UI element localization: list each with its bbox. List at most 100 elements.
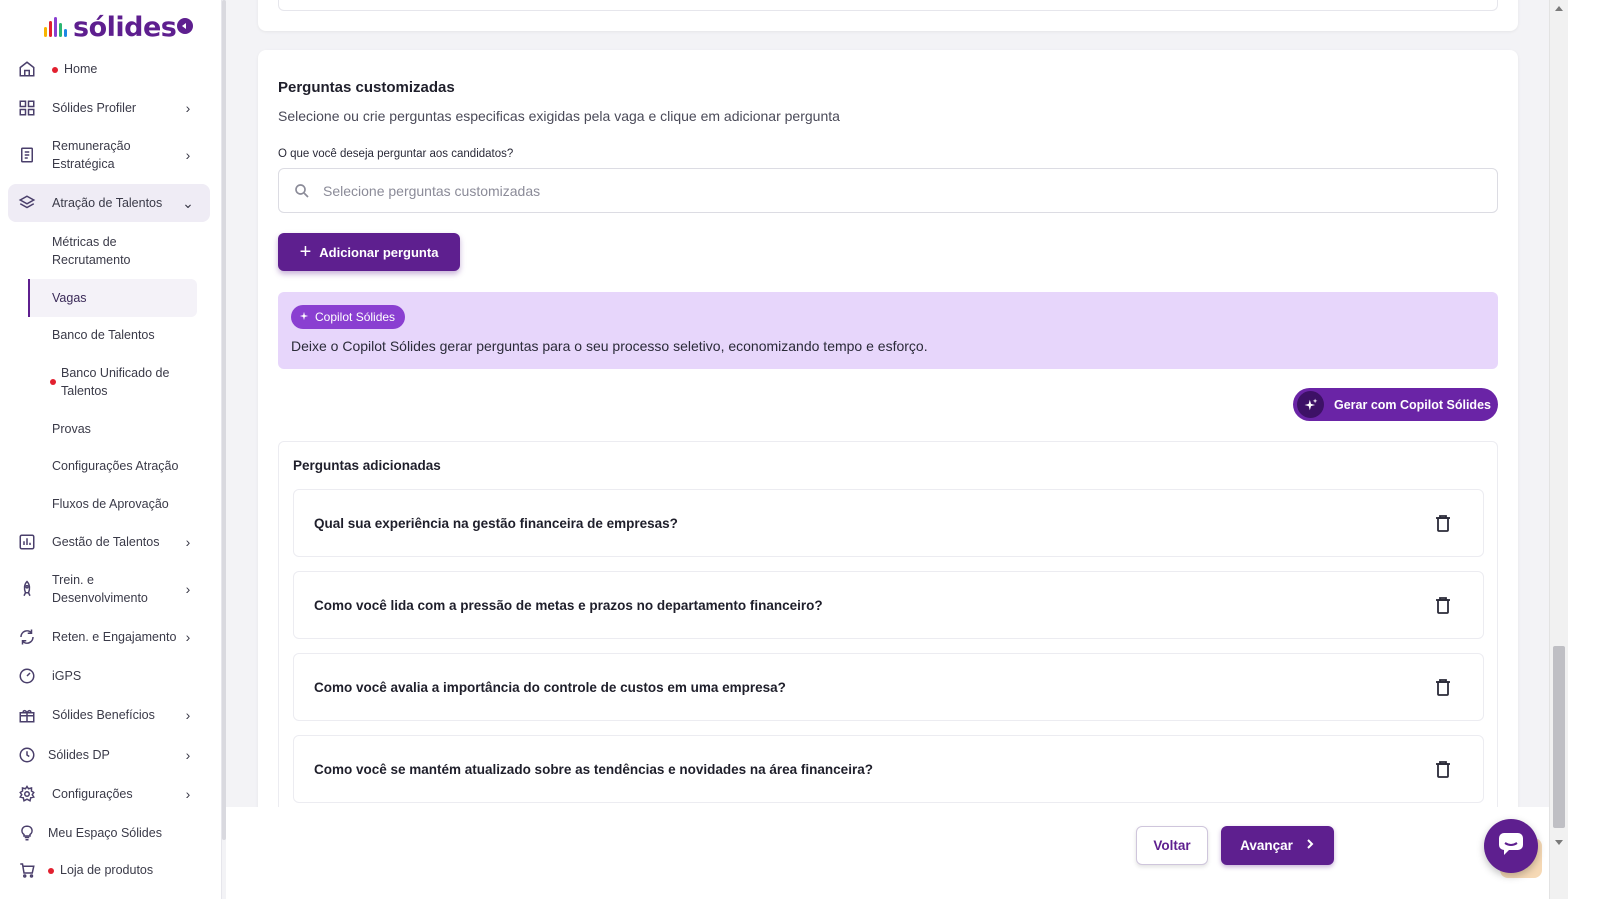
question-label: O que você deseja perguntar aos candidat… (278, 148, 514, 160)
sidebar-item-label: Sólides Benefícios (52, 708, 155, 722)
question-row: Como você avalia a importância do contro… (293, 653, 1484, 721)
brand-logo[interactable]: sólides (44, 10, 177, 44)
sidebar-item-retencao[interactable]: Reten. e Engajamento › (8, 626, 210, 648)
sidebar-item-solides-profiler[interactable]: Sólides Profiler › (8, 97, 210, 119)
bar-chart-icon (16, 531, 38, 553)
chat-button[interactable] (1484, 819, 1538, 873)
copilot-badge-label: Copilot Sólides (315, 310, 396, 324)
rocket-icon (16, 578, 38, 600)
scroll-up-arrow-icon[interactable] (1555, 6, 1563, 11)
footer-bar (226, 807, 1549, 899)
next-label: Avançar (1240, 838, 1293, 853)
sidebar-item-label: iGPS (52, 669, 82, 683)
added-questions-panel: Perguntas adicionadas Qual sua experiênc… (278, 441, 1498, 821)
sidebar-item-label: Remuneração Estratégica (52, 139, 131, 171)
chevron-right-icon: › (185, 786, 191, 802)
sidebar-item-configuracoes[interactable]: Configurações › (8, 783, 210, 805)
submenu-item-banco-de-talentos[interactable]: Banco de Talentos (52, 326, 197, 344)
question-row: Qual sua experiência na gestão financeir… (293, 489, 1484, 557)
generate-with-copilot-button[interactable]: Gerar com Copilot Sólides (1293, 388, 1498, 421)
sidebar-item-label: Home (64, 62, 98, 76)
submenu-item-fluxos-de-aprovacao[interactable]: Fluxos de Aprovação (52, 495, 212, 513)
sidebar-item-label: Configurações (52, 787, 133, 801)
gauge-icon (16, 665, 38, 687)
sidebar-item-label: Reten. e Engajamento (52, 630, 177, 644)
previous-section-inner (278, 0, 1498, 11)
sidebar-scrollbar[interactable] (222, 0, 226, 840)
gift-icon (16, 704, 38, 726)
previous-section-card (258, 0, 1518, 31)
sidebar-item-gestao-de-talentos[interactable]: Gestão de Talentos › (8, 531, 210, 553)
section-title: Perguntas customizadas (278, 79, 455, 96)
chevron-right-icon: › (185, 707, 191, 723)
sidebar-item-label: Loja de produtos (60, 863, 154, 877)
refresh-icon (16, 626, 38, 648)
sidebar-item-label: Meu Espaço Sólides (48, 826, 162, 840)
alert-dot (48, 867, 54, 874)
sidebar-item-atracao-de-talentos[interactable]: Atração de Talentos ⌄ (8, 184, 210, 222)
submenu-item-label: Banco Unificado de Talentos (61, 366, 170, 398)
chevron-down-icon: ⌄ (182, 194, 194, 211)
sidebar-item-loja[interactable]: Loja de produtos (8, 859, 210, 881)
plus-icon: + (299, 241, 312, 263)
sidebar-item-label: Trein. e Desenvolvimento (52, 573, 148, 605)
sparkle-icon (1297, 391, 1324, 418)
submenu-item-provas[interactable]: Provas (52, 420, 197, 438)
added-questions-title: Perguntas adicionadas (293, 458, 441, 473)
home-icon (16, 58, 38, 80)
main-scrollbar[interactable] (1549, 0, 1568, 899)
layers-icon (16, 192, 38, 214)
add-question-button[interactable]: + Adicionar pergunta (278, 233, 460, 271)
trash-icon[interactable] (1435, 514, 1451, 532)
window-right-gutter (1568, 0, 1600, 899)
custom-questions-input[interactable] (323, 182, 1423, 199)
trash-icon[interactable] (1435, 760, 1451, 778)
submenu-item-vagas[interactable]: Vagas (52, 289, 197, 307)
submenu-item-configuracoes-atracao[interactable]: Configurações Atração (52, 457, 212, 475)
trash-icon[interactable] (1435, 596, 1451, 614)
chevron-right-icon (1305, 838, 1315, 853)
sidebar-item-beneficios[interactable]: Sólides Benefícios › (8, 704, 210, 726)
question-text: Como você avalia a importância do contro… (314, 679, 786, 695)
sidebar-item-home[interactable]: Home (8, 58, 210, 80)
sidebar-item-solides-dp[interactable]: Sólides DP › (8, 744, 210, 766)
cart-icon (16, 859, 38, 881)
question-text: Como você se mantém atualizado sobre as … (314, 761, 873, 777)
chevron-right-icon: › (185, 747, 191, 763)
chevron-right-icon: › (185, 100, 191, 116)
brand-name: sólides (73, 11, 177, 43)
sparkle-icon (299, 310, 309, 324)
sidebar-item-label: Sólides Profiler (52, 101, 137, 115)
submenu-active-indicator (28, 279, 30, 317)
grid-icon (16, 97, 38, 119)
sidebar-item-meu-espaco[interactable]: Meu Espaço Sólides (8, 822, 210, 844)
trash-icon[interactable] (1435, 678, 1451, 696)
section-subtitle: Selecione ou crie perguntas especificas … (278, 108, 840, 124)
add-question-label: Adicionar pergunta (319, 244, 439, 260)
sidebar: sólides Home Sólides Profiler › Remunera… (0, 0, 222, 899)
question-row: Como você se mantém atualizado sobre as … (293, 735, 1484, 803)
sidebar-item-remuneracao[interactable]: Remuneração Estratégica › (8, 137, 210, 173)
logo-bars-icon (44, 17, 67, 37)
question-text: Qual sua experiência na gestão financeir… (314, 515, 678, 531)
submenu-item-banco-unificado[interactable]: Banco Unificado de Talentos (50, 364, 195, 400)
chevron-right-icon: › (185, 629, 191, 645)
scroll-down-arrow-icon[interactable] (1555, 840, 1563, 845)
sidebar-item-label: Sólides DP (48, 748, 110, 762)
question-row: Como você lida com a pressão de metas e … (293, 571, 1484, 639)
chevron-right-icon: › (185, 534, 191, 550)
sidebar-item-label: Atração de Talentos (52, 196, 163, 210)
document-money-icon (16, 144, 38, 166)
custom-questions-select[interactable] (278, 168, 1498, 213)
sidebar-item-treinamento[interactable]: Trein. e Desenvolvimento › (8, 571, 210, 607)
next-button[interactable]: Avançar (1221, 826, 1334, 865)
chevron-right-icon: › (185, 581, 191, 597)
copilot-description: Deixe o Copilot Sólides gerar perguntas … (291, 338, 928, 354)
sidebar-item-igps[interactable]: iGPS (8, 665, 210, 687)
back-button[interactable]: Voltar (1136, 826, 1208, 865)
collapse-sidebar-button[interactable] (177, 18, 193, 34)
generate-label: Gerar com Copilot Sólides (1334, 397, 1491, 412)
submenu-item-metricas[interactable]: Métricas de Recrutamento (52, 233, 197, 269)
scrollbar-thumb[interactable] (1553, 646, 1565, 828)
alert-dot (50, 379, 56, 385)
